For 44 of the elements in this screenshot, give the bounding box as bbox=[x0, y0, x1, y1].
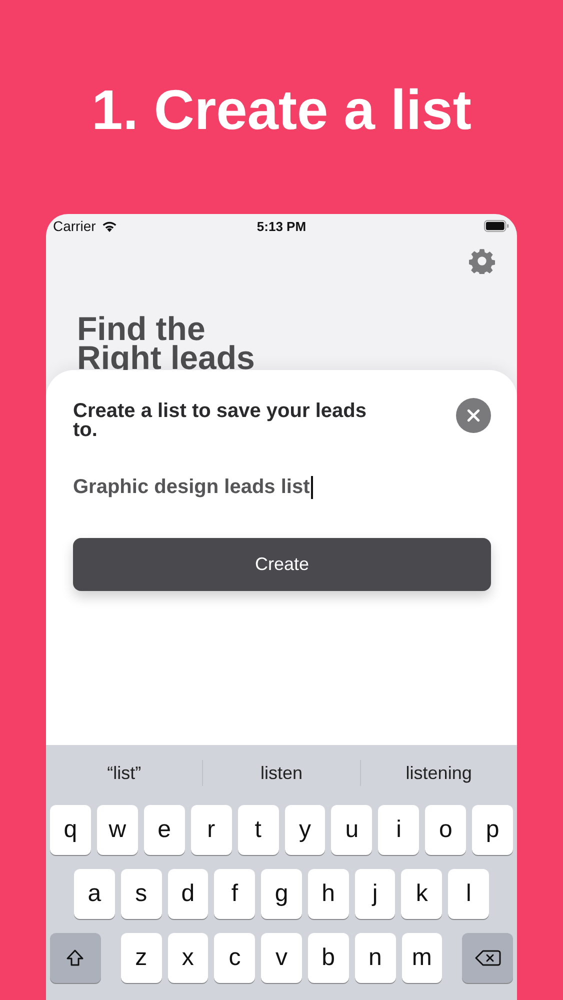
settings-icon[interactable] bbox=[469, 248, 495, 274]
close-button[interactable] bbox=[456, 398, 491, 433]
shift-icon bbox=[65, 948, 86, 968]
keyboard-key[interactable]: v bbox=[261, 933, 302, 983]
create-button[interactable]: Create bbox=[73, 538, 491, 591]
keyboard-key[interactable]: b bbox=[308, 933, 349, 983]
keyboard-key[interactable]: h bbox=[308, 869, 349, 919]
keyboard-key[interactable]: q bbox=[50, 805, 91, 855]
suggestion-item[interactable]: listen bbox=[203, 762, 360, 784]
suggestion-item[interactable]: listening bbox=[360, 762, 517, 784]
keyboard-key[interactable]: m bbox=[402, 933, 442, 983]
keyboard-key[interactable]: s bbox=[120, 869, 162, 919]
suggestion-item[interactable]: “list” bbox=[46, 762, 202, 784]
keyboard-key[interactable]: o bbox=[425, 805, 466, 855]
battery-icon bbox=[484, 220, 509, 232]
status-time: 5:13 PM bbox=[256, 218, 306, 234]
keyboard-key[interactable]: a bbox=[74, 869, 115, 919]
carrier-label: Carrier bbox=[53, 218, 96, 234]
keyboard-key[interactable]: l bbox=[448, 869, 490, 919]
keyboard-key[interactable]: r bbox=[190, 805, 232, 855]
close-icon bbox=[467, 409, 480, 422]
keyboard-key[interactable]: n bbox=[354, 933, 396, 983]
keyboard-key[interactable]: k bbox=[401, 869, 442, 919]
backspace-key[interactable] bbox=[462, 933, 514, 983]
keyboard-key[interactable]: w bbox=[96, 805, 138, 855]
keyboard-key[interactable]: x bbox=[168, 933, 208, 983]
wifi-icon bbox=[100, 220, 118, 232]
headline: 1. Create a list bbox=[92, 78, 472, 142]
keyboard-key[interactable]: f bbox=[214, 869, 256, 919]
sheet-prompt: Create a list to save your leads to. bbox=[73, 402, 368, 440]
backspace-icon bbox=[474, 949, 501, 967]
shift-key[interactable] bbox=[50, 933, 101, 983]
keyboard-key[interactable]: u bbox=[331, 805, 372, 855]
keyboard-key[interactable]: z bbox=[120, 933, 162, 983]
keyboard-key[interactable]: e bbox=[144, 805, 185, 855]
keyboard-key[interactable]: j bbox=[354, 869, 396, 919]
keyboard-key[interactable]: t bbox=[238, 805, 279, 855]
keyboard-key[interactable]: i bbox=[378, 805, 420, 855]
keyboard-key[interactable]: g bbox=[261, 869, 302, 919]
list-name-field[interactable]: Graphic design leads list bbox=[73, 474, 313, 500]
keyboard-key[interactable]: p bbox=[472, 805, 514, 855]
keyboard-key[interactable]: d bbox=[168, 869, 208, 919]
keyboard-key[interactable]: y bbox=[284, 805, 326, 855]
keyboard-key[interactable]: c bbox=[214, 933, 256, 983]
